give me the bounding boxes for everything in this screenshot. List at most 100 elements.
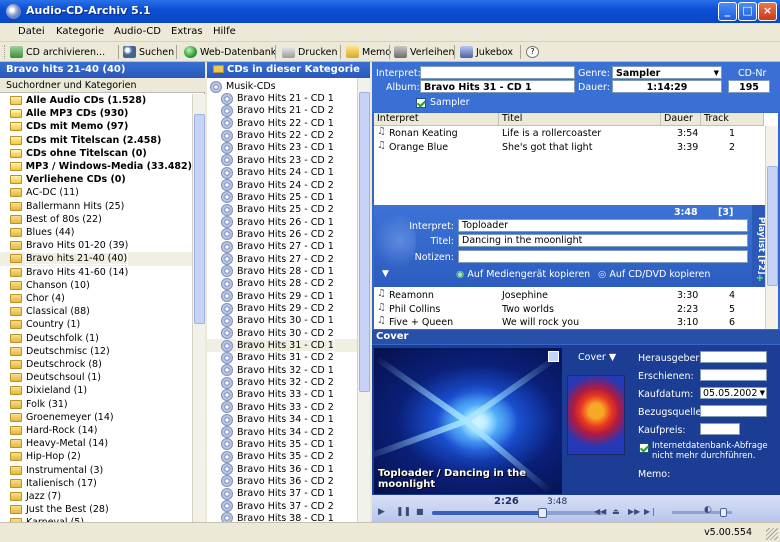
cd-archivieren-button[interactable]: CD archivieren...: [10, 44, 105, 60]
cd-list-item[interactable]: Bravo Hits 22 - CD 1: [207, 117, 357, 130]
category-item[interactable]: AC-DC (11): [0, 186, 192, 199]
cd-number-field[interactable]: 195: [728, 80, 770, 93]
track-scrollbar[interactable]: [765, 126, 778, 329]
track-menu-arrow-icon[interactable]: ▼: [382, 269, 389, 279]
track-row[interactable]: Ronan Keating Life is a rollercoaster 3:54…: [374, 126, 764, 141]
cd-list-item[interactable]: Bravo Hits 25 - CD 2: [207, 203, 357, 216]
cd-interpret-input[interactable]: [420, 66, 575, 79]
herausgeber-input[interactable]: [700, 351, 767, 363]
genre-select[interactable]: Sampler ▼: [612, 66, 722, 79]
category-item[interactable]: Chor (4): [0, 292, 192, 305]
cd-list-item[interactable]: Bravo Hits 38 - CD 1: [207, 512, 357, 522]
track-row[interactable]: Phil Collins Two worlds 2:23 5: [374, 302, 764, 317]
search-folder-item[interactable]: CDs ohne Titelscan (0): [0, 147, 192, 160]
search-folder-item[interactable]: CDs mit Titelscan (2.458): [0, 134, 192, 147]
category-item[interactable]: Bravo Hits 01-20 (39): [0, 239, 192, 252]
col-interpret[interactable]: Interpret: [374, 113, 499, 126]
category-item[interactable]: Bravo Hits 41-60 (14): [0, 266, 192, 279]
cd-list-item[interactable]: Bravo Hits 25 - CD 1: [207, 191, 357, 204]
cd-list-item[interactable]: Bravo Hits 37 - CD 1: [207, 487, 357, 500]
cd-list-item[interactable]: Bravo Hits 29 - CD 1: [207, 290, 357, 303]
search-folder-item[interactable]: Alle MP3 CDs (930): [0, 107, 192, 120]
speaker-icon[interactable]: ◐: [704, 505, 712, 515]
track-row[interactable]: Reamonn Josephine 3:30 4: [374, 288, 764, 303]
category-item[interactable]: Instrumental (3): [0, 464, 192, 477]
cd-list-item[interactable]: Bravo Hits 23 - CD 2: [207, 154, 357, 167]
category-item[interactable]: Classical (88): [0, 305, 192, 318]
search-folder-item[interactable]: CDs mit Memo (97): [0, 120, 192, 133]
help-button[interactable]: ?: [526, 44, 542, 60]
menu-extras[interactable]: Extras: [171, 26, 203, 37]
minimize-button[interactable]: _: [718, 2, 737, 21]
verleihen-button[interactable]: Verleihen: [394, 44, 455, 60]
edit-notizen-input[interactable]: [458, 250, 748, 263]
category-item[interactable]: Hard-Rock (14): [0, 424, 192, 437]
skip-end-icon[interactable]: ▶❘: [644, 507, 657, 516]
category-item[interactable]: Deutschsoul (1): [0, 371, 192, 384]
next-track-icon[interactable]: ▶▶: [628, 507, 640, 516]
sampler-checkbox[interactable]: [416, 97, 426, 108]
cd-list-item[interactable]: Bravo Hits 24 - CD 1: [207, 166, 357, 179]
edit-interpret-input[interactable]: Toploader: [458, 219, 748, 232]
col-track[interactable]: Track: [701, 113, 764, 126]
close-button[interactable]: ×: [758, 2, 777, 21]
copy-to-cd-link[interactable]: ◎ Auf CD/DVD kopieren: [598, 269, 710, 280]
volume-slider[interactable]: [672, 508, 732, 517]
cd-list-item[interactable]: Bravo Hits 26 - CD 1: [207, 216, 357, 229]
cd-list-item[interactable]: Bravo Hits 37 - CD 2: [207, 500, 357, 513]
category-item[interactable]: Deutschrock (8): [0, 358, 192, 371]
maximize-button[interactable]: □: [738, 2, 757, 21]
menu-datei[interactable]: Datei: [18, 26, 45, 37]
scrollbar-thumb[interactable]: [767, 166, 778, 286]
category-item[interactable]: Hip-Hop (2): [0, 450, 192, 463]
category-item[interactable]: Blues (44): [0, 226, 192, 239]
cd-list-item[interactable]: Bravo Hits 31 - CD 1: [207, 339, 357, 353]
scrollbar-thumb[interactable]: [194, 114, 205, 324]
search-folder-item[interactable]: MP3 / Windows-Media (33.482): [0, 160, 192, 173]
copy-to-device-link[interactable]: ◉ Auf Mediengerät kopieren: [456, 269, 590, 280]
volume-knob[interactable]: [720, 508, 727, 517]
cd-list-item[interactable]: Bravo Hits 33 - CD 1: [207, 388, 357, 401]
web-datenbank-button[interactable]: Web-Datenbank: [184, 44, 276, 60]
category-item[interactable]: Ballermann Hits (25): [0, 200, 192, 213]
progress-knob[interactable]: [538, 508, 548, 518]
search-folder-item[interactable]: Alle Audio CDs (1.528): [0, 94, 192, 107]
menu-hilfe[interactable]: Hilfe: [213, 26, 236, 37]
col-dauer[interactable]: Dauer: [661, 113, 701, 126]
pause-icon[interactable]: ❚❚: [396, 507, 411, 517]
category-scrollbar[interactable]: [192, 94, 205, 522]
cd-list-item[interactable]: Bravo Hits 35 - CD 1: [207, 438, 357, 451]
cd-list-item[interactable]: Bravo Hits 23 - CD 1: [207, 141, 357, 154]
category-item[interactable]: Dixieland (1): [0, 384, 192, 397]
track-row[interactable]: Orange Blue She's got that light 3:39 2: [374, 140, 764, 155]
kaufpreis-input[interactable]: [700, 423, 740, 435]
category-item[interactable]: Just the Best (28): [0, 503, 192, 516]
cd-list-item[interactable]: Bravo Hits 32 - CD 2: [207, 376, 357, 389]
scrollbar-thumb[interactable]: [359, 92, 370, 392]
category-item[interactable]: Deutschmisc (12): [0, 345, 192, 358]
cd-list-item[interactable]: Bravo Hits 34 - CD 2: [207, 425, 357, 439]
prev-track-icon[interactable]: ◀◀: [594, 507, 606, 516]
cd-list-item[interactable]: Bravo Hits 36 - CD 1: [207, 463, 357, 476]
category-item[interactable]: Chanson (10): [0, 279, 192, 292]
category-item[interactable]: Deutschfolk (1): [0, 332, 192, 345]
cover-edit-icon[interactable]: [548, 351, 559, 362]
cover-thumbnail[interactable]: [567, 375, 625, 455]
cd-list-item[interactable]: Bravo Hits 31 - CD 2: [207, 351, 357, 364]
cd-list-item[interactable]: Bravo Hits 36 - CD 2: [207, 475, 357, 488]
stop-icon[interactable]: ■: [416, 507, 424, 516]
cd-list-item[interactable]: Bravo Hits 21 - CD 2: [207, 104, 357, 117]
cd-list-item[interactable]: Bravo Hits 27 - CD 1: [207, 240, 357, 253]
abfrage-checkbox[interactable]: [639, 442, 649, 453]
play-icon[interactable]: ▶: [378, 507, 385, 517]
category-item[interactable]: Groenemeyer (14): [0, 411, 192, 424]
toolbar-grip[interactable]: [4, 45, 7, 59]
cd-list-item[interactable]: Bravo Hits 24 - CD 2: [207, 178, 357, 192]
menu-kategorie[interactable]: Kategorie: [56, 26, 104, 37]
kaufdatum-input[interactable]: 05.05.2002 ▼: [700, 387, 767, 399]
cd-list-item[interactable]: Bravo Hits 30 - CD 2: [207, 327, 357, 340]
cd-list-item[interactable]: Bravo Hits 21 - CD 1: [207, 92, 357, 105]
cd-list-scrollbar[interactable]: [357, 78, 370, 522]
search-folder-item[interactable]: Verliehene CDs (0): [0, 173, 192, 186]
resize-grip[interactable]: [766, 528, 778, 540]
